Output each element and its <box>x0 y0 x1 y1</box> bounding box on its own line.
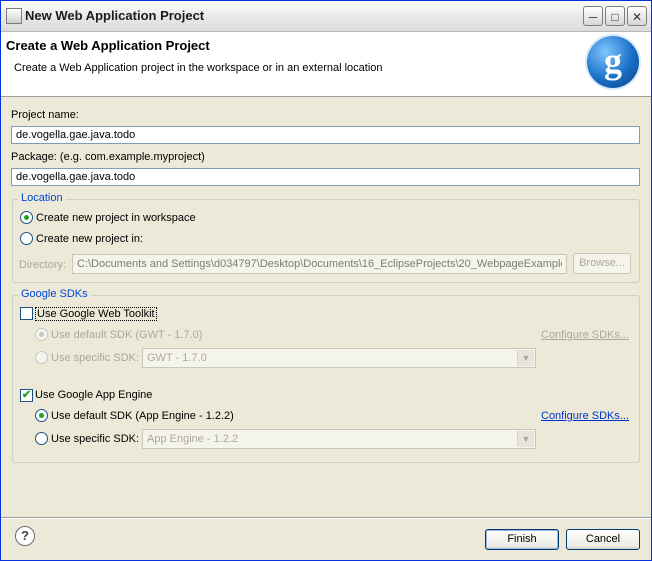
project-name-label: Project name: <box>11 109 79 121</box>
radio-custom-location[interactable] <box>20 232 33 245</box>
directory-label: Directory: <box>19 259 67 271</box>
appengine-specific-sdk-label[interactable]: Use specific SDK: <box>51 433 139 445</box>
help-icon: ? <box>21 528 29 543</box>
gwt-default-sdk-radio[interactable] <box>35 328 48 341</box>
location-group-title: Location <box>18 192 66 204</box>
maximize-button[interactable]: □ <box>605 6 625 26</box>
gwt-specific-sdk-label: Use specific SDK: <box>51 352 140 364</box>
footer-separator <box>1 517 651 519</box>
radio-workspace-label[interactable]: Create new project in workspace <box>36 212 196 224</box>
dialog-window: New Web Application Project ─ □ ✕ Create… <box>0 0 652 561</box>
gwt-checkbox-label[interactable]: Use Google Web Toolkit <box>35 307 157 321</box>
appengine-checkbox-label[interactable]: Use Google App Engine <box>35 389 152 401</box>
gwt-specific-sdk-select[interactable]: GWT - 1.7.0 ▼ <box>142 348 536 368</box>
google-sdks-group-title: Google SDKs <box>18 288 91 300</box>
package-input[interactable] <box>11 168 640 186</box>
browse-button[interactable]: Browse... <box>573 253 631 274</box>
window-app-icon <box>6 8 22 24</box>
finish-button[interactable]: Finish <box>485 529 559 550</box>
gwt-configure-sdks-link[interactable]: Configure SDKs... <box>541 329 629 341</box>
appengine-specific-sdk-radio[interactable] <box>35 432 48 445</box>
banner-description: Create a Web Application project in the … <box>14 62 383 74</box>
appengine-configure-sdks-link[interactable]: Configure SDKs... <box>541 410 629 422</box>
close-icon: ✕ <box>631 10 643 24</box>
appengine-default-sdk-radio[interactable] <box>35 409 48 422</box>
appengine-specific-sdk-value: App Engine - 1.2.2 <box>147 433 239 445</box>
project-name-input[interactable] <box>11 126 640 144</box>
directory-input[interactable] <box>72 254 567 274</box>
gwt-specific-sdk-radio[interactable] <box>35 351 48 364</box>
radio-workspace[interactable] <box>20 211 33 224</box>
minimize-icon: ─ <box>588 10 598 24</box>
appengine-checkbox[interactable]: ✔ <box>20 389 33 402</box>
appengine-default-sdk-label[interactable]: Use default SDK (App Engine - 1.2.2) <box>51 410 234 422</box>
help-button[interactable]: ? <box>15 526 35 546</box>
chevron-down-icon: ▼ <box>517 431 534 447</box>
google-plugin-logo-icon: g <box>587 36 639 88</box>
title-bar[interactable]: New Web Application Project ─ □ ✕ <box>1 1 651 32</box>
gwt-checkbox[interactable] <box>20 307 33 320</box>
gwt-specific-sdk-value: GWT - 1.7.0 <box>147 352 207 364</box>
minimize-button[interactable]: ─ <box>583 6 603 26</box>
package-label: Package: (e.g. com.example.myproject) <box>11 151 205 163</box>
cancel-button[interactable]: Cancel <box>566 529 640 550</box>
chevron-down-icon: ▼ <box>517 350 534 366</box>
window-title: New Web Application Project <box>25 8 205 23</box>
maximize-icon: □ <box>611 10 619 24</box>
banner-title: Create a Web Application Project <box>6 38 210 53</box>
radio-custom-location-label[interactable]: Create new project in: <box>36 233 143 245</box>
gwt-default-sdk-label: Use default SDK (GWT - 1.7.0) <box>51 329 203 341</box>
close-button[interactable]: ✕ <box>627 6 647 26</box>
appengine-specific-sdk-select[interactable]: App Engine - 1.2.2 ▼ <box>142 429 536 449</box>
header-banner: Create a Web Application Project Create … <box>1 32 651 97</box>
